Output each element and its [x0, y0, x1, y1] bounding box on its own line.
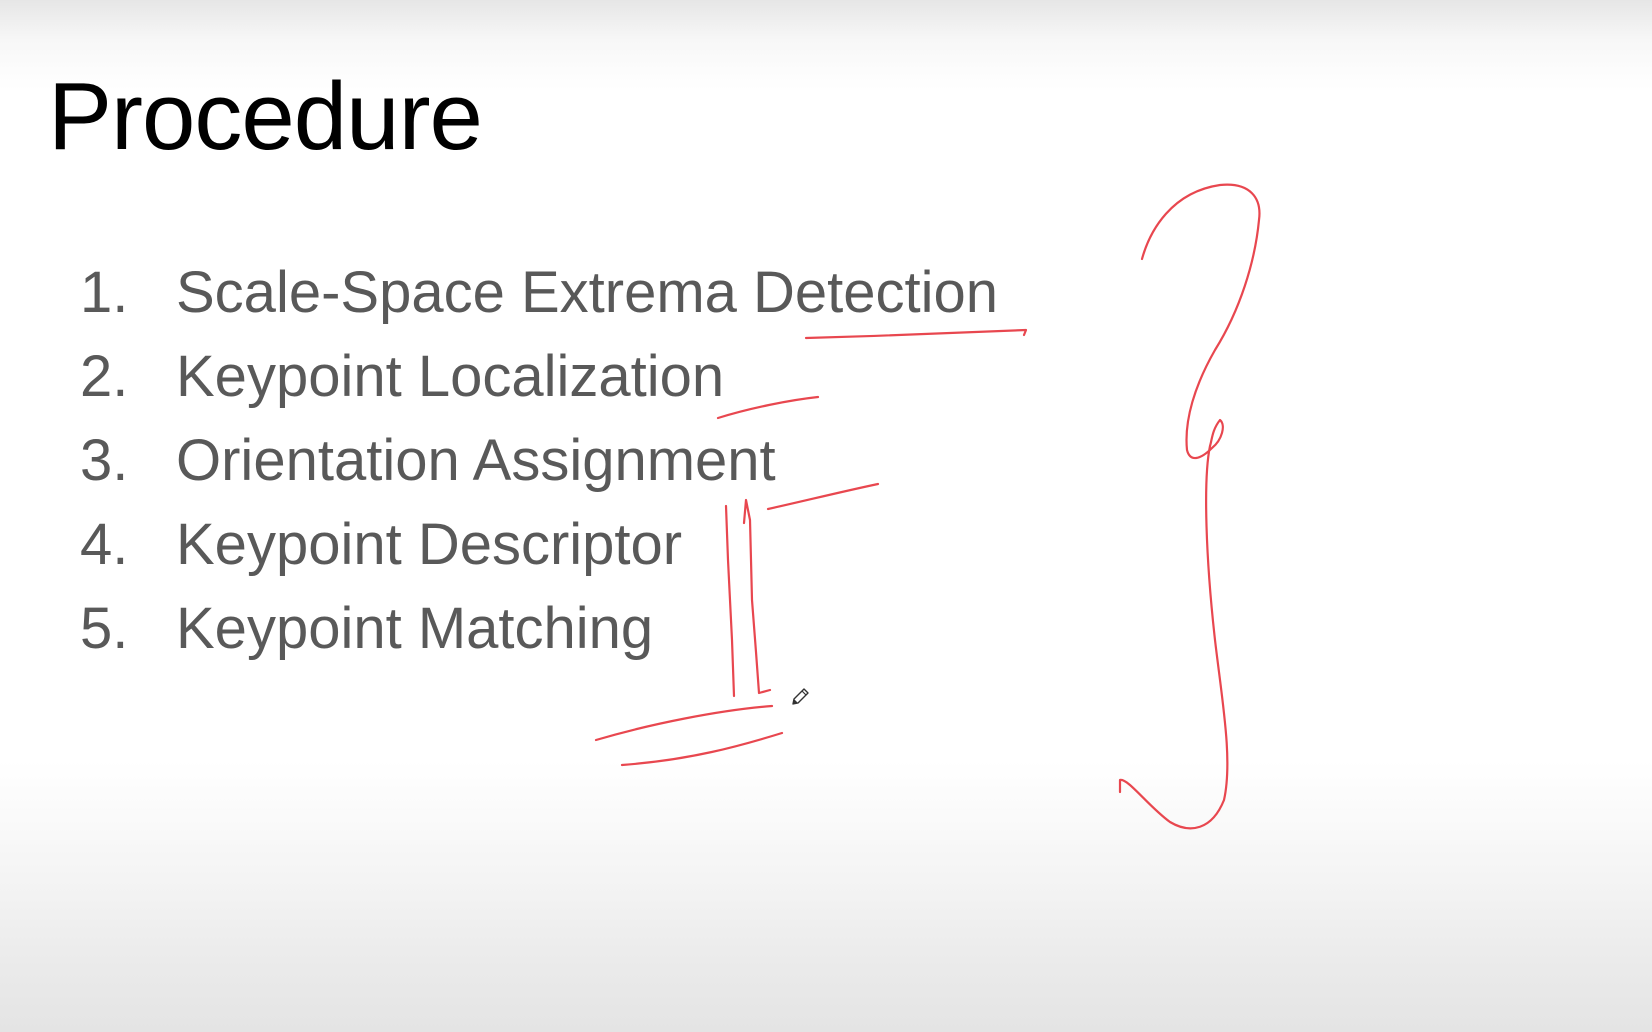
list-item: 1. Scale-Space Extrema Detection: [80, 251, 998, 335]
curly-brace-stroke: [1118, 183, 1261, 830]
list-item-number: 3.: [80, 428, 129, 493]
list-item-number: 1.: [80, 260, 129, 325]
list-item-number: 5.: [80, 596, 129, 661]
list-item: 4. Keypoint Descriptor: [80, 503, 998, 587]
list-item-number: 4.: [80, 512, 129, 577]
underline-stroke-5: [620, 731, 784, 767]
list-item-text: Orientation Assignment: [176, 428, 776, 493]
list-item: 5. Keypoint Matching: [80, 587, 998, 671]
list-item-text: Keypoint Matching: [176, 596, 654, 661]
list-item-number: 2.: [80, 344, 129, 409]
list-item: 2. Keypoint Localization: [80, 335, 998, 419]
slide-title: Procedure: [48, 63, 483, 170]
underline-stroke-4: [594, 704, 774, 742]
list-item-text: Keypoint Localization: [176, 344, 725, 409]
procedure-list: 1. Scale-Space Extrema Detection 2. Keypoi…: [80, 251, 998, 671]
list-item-text: Scale-Space Extrema Detection: [176, 260, 999, 325]
slide: Procedure 1. Scale-Space Extrema Detectio…: [0, 0, 1652, 1032]
pencil-icon: [792, 688, 809, 705]
list-item-text: Keypoint Descriptor: [176, 512, 683, 577]
list-item: 3. Orientation Assignment: [80, 419, 998, 503]
